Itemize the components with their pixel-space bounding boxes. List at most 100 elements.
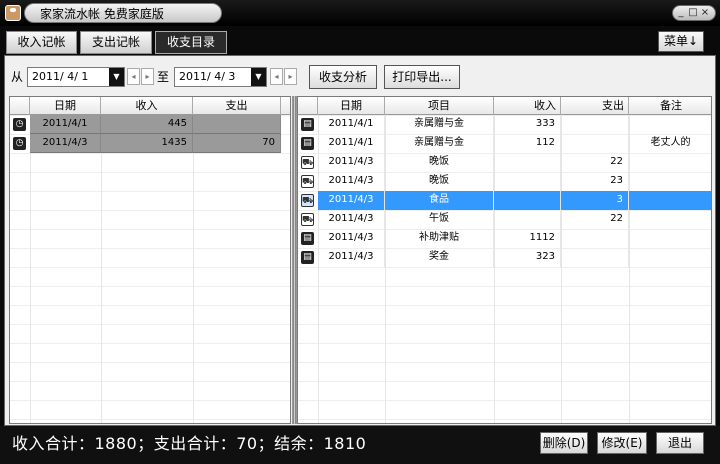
cell-income	[494, 210, 561, 229]
cell-note: 老丈人的	[629, 134, 711, 153]
table-row[interactable]: ▤ 2011/4/3 补助津贴 1112	[298, 229, 711, 248]
from-date-picker[interactable]: 2011/ 4/ 1 ▼	[27, 67, 125, 87]
column-header[interactable]: 收入	[101, 97, 193, 115]
cell-income: 112	[494, 134, 561, 153]
menu-button[interactable]: 菜单↓	[658, 31, 704, 52]
from-next-icon[interactable]: ▸	[141, 68, 154, 85]
title-bar[interactable]: 家家流水帐 免费家庭版 _ □×	[0, 0, 720, 26]
to-label: 至	[157, 70, 170, 84]
cell-income	[494, 172, 561, 191]
cell-expense	[561, 248, 629, 267]
table-row[interactable]: ◷ 2011/4/3 1435 70	[10, 134, 290, 153]
cell-date: 2011/4/3	[318, 229, 385, 248]
cell-note	[629, 248, 711, 267]
cell-expense: 22	[561, 210, 629, 229]
cell-expense	[561, 229, 629, 248]
cell-date: 2011/4/3	[318, 172, 385, 191]
tab-income-entry[interactable]: 收入记帐	[6, 31, 77, 54]
table-row[interactable]: ▤ 2011/4/1 亲属赠与金 112 老丈人的	[298, 134, 711, 153]
table-row[interactable]: ◷ 2011/4/1 445	[10, 115, 290, 134]
to-next-icon[interactable]: ▸	[284, 68, 297, 85]
close-icon[interactable]: ×	[700, 6, 712, 20]
app-logo-icon[interactable]	[5, 5, 21, 21]
cell-income: 323	[494, 248, 561, 267]
cell-note	[629, 115, 711, 134]
maximize-icon[interactable]: □	[688, 6, 700, 20]
cell-income	[494, 191, 561, 210]
cell-item: 食品	[385, 191, 494, 210]
cell-note	[629, 210, 711, 229]
shopping-cart-icon: ⛟	[301, 194, 314, 207]
table-row[interactable]: ⛟ 2011/4/3 晚饭 23	[298, 172, 711, 191]
minimize-icon[interactable]: _	[676, 6, 688, 20]
summary-grid-header: 日期 收入 支出	[10, 97, 290, 115]
cell-date: 2011/4/3	[318, 191, 385, 210]
column-header[interactable]: 支出	[193, 97, 281, 115]
delete-button[interactable]: 删除(D)	[540, 432, 588, 454]
cell-expense: 22	[561, 153, 629, 172]
totals-summary: 收入合计：1880；支出合计：70；结余：1810	[12, 434, 367, 453]
column-header[interactable]: 备注	[629, 97, 711, 115]
cell-expense: 3	[561, 191, 629, 210]
cell-income: 333	[494, 115, 561, 134]
exit-button[interactable]: 退出	[656, 432, 704, 454]
cell-expense	[561, 115, 629, 134]
shopping-cart-icon: ⛟	[301, 156, 314, 169]
cell-date: 2011/4/1	[318, 134, 385, 153]
cell-note	[629, 153, 711, 172]
column-header[interactable]: 支出	[561, 97, 629, 115]
from-prev-icon[interactable]: ◂	[127, 68, 140, 85]
to-date-value: 2011/ 4/ 3	[179, 70, 236, 83]
cell-item: 晚饭	[385, 172, 494, 191]
main-panel: 从 2011/ 4/ 1 ▼ ◂ ▸ 至 2011/ 4/ 3 ▼ ◂ ▸ 收支…	[4, 55, 716, 426]
window-controls: _ □×	[672, 5, 716, 21]
table-row[interactable]: ⛟ 2011/4/3 晚饭 22	[298, 153, 711, 172]
cell-expense: 23	[561, 172, 629, 191]
cell-note	[629, 229, 711, 248]
cell-date: 2011/4/3	[318, 210, 385, 229]
table-row[interactable]: ▤ 2011/4/1 亲属赠与金 333	[298, 115, 711, 134]
cell-item: 午饭	[385, 210, 494, 229]
wallet-icon: ▤	[301, 137, 314, 150]
cell-income	[494, 153, 561, 172]
cell-date: 2011/4/1	[318, 115, 385, 134]
wallet-icon: ▤	[301, 232, 314, 245]
shopping-cart-icon: ⛟	[301, 175, 314, 188]
to-date-picker[interactable]: 2011/ 4/ 3 ▼	[174, 67, 267, 87]
table-row[interactable]: ▤ 2011/4/3 奖金 323	[298, 248, 711, 267]
tab-expense-entry[interactable]: 支出记帐	[80, 31, 152, 54]
chevron-down-icon[interactable]: ▼	[109, 68, 124, 86]
cell-item: 亲属赠与金	[385, 134, 494, 153]
cell-item: 亲属赠与金	[385, 115, 494, 134]
from-label: 从	[11, 70, 24, 84]
wallet-icon: ▤	[301, 118, 314, 131]
cell-note	[629, 172, 711, 191]
column-header[interactable]: 日期	[318, 97, 385, 115]
cell-income: 1112	[494, 229, 561, 248]
chevron-down-icon[interactable]: ▼	[251, 68, 266, 86]
analyze-button[interactable]: 收支分析	[309, 65, 377, 89]
clock-icon: ◷	[13, 118, 26, 131]
table-row[interactable]: ⛟ 2011/4/3 食品 3	[298, 191, 711, 210]
from-date-value: 2011/ 4/ 1	[32, 70, 89, 83]
cell-note	[629, 191, 711, 210]
column-header[interactable]: 日期	[30, 97, 101, 115]
cell-item: 晚饭	[385, 153, 494, 172]
cell-item: 奖金	[385, 248, 494, 267]
edit-button[interactable]: 修改(E)	[597, 432, 647, 454]
print-export-button[interactable]: 打印导出...	[384, 65, 460, 89]
wallet-icon: ▤	[301, 251, 314, 264]
cell-item: 补助津贴	[385, 229, 494, 248]
shopping-cart-icon: ⛟	[301, 213, 314, 226]
window-title: 家家流水帐 免费家庭版	[40, 7, 164, 21]
column-header[interactable]: 收入	[494, 97, 561, 115]
app-window: 家家流水帐 免费家庭版 _ □× 收入记帐 支出记帐 收支目录 菜单↓ 从 201…	[0, 0, 720, 464]
cell-expense	[561, 134, 629, 153]
summary-grid[interactable]: 日期 收入 支出 ◷ 2011/4/1 445 ◷ 2011/4/3 1435 …	[9, 96, 291, 424]
table-row[interactable]: ⛟ 2011/4/3 午饭 22	[298, 210, 711, 229]
to-prev-icon[interactable]: ◂	[270, 68, 283, 85]
clock-icon: ◷	[13, 137, 26, 150]
column-header[interactable]: 项目	[385, 97, 494, 115]
tab-ledger-list[interactable]: 收支目录	[155, 31, 227, 54]
detail-grid[interactable]: 日期 项目 收入 支出 备注 ▤ 2011/4/1 亲属赠与金 333 ▤ 2011/4/…	[297, 96, 712, 424]
